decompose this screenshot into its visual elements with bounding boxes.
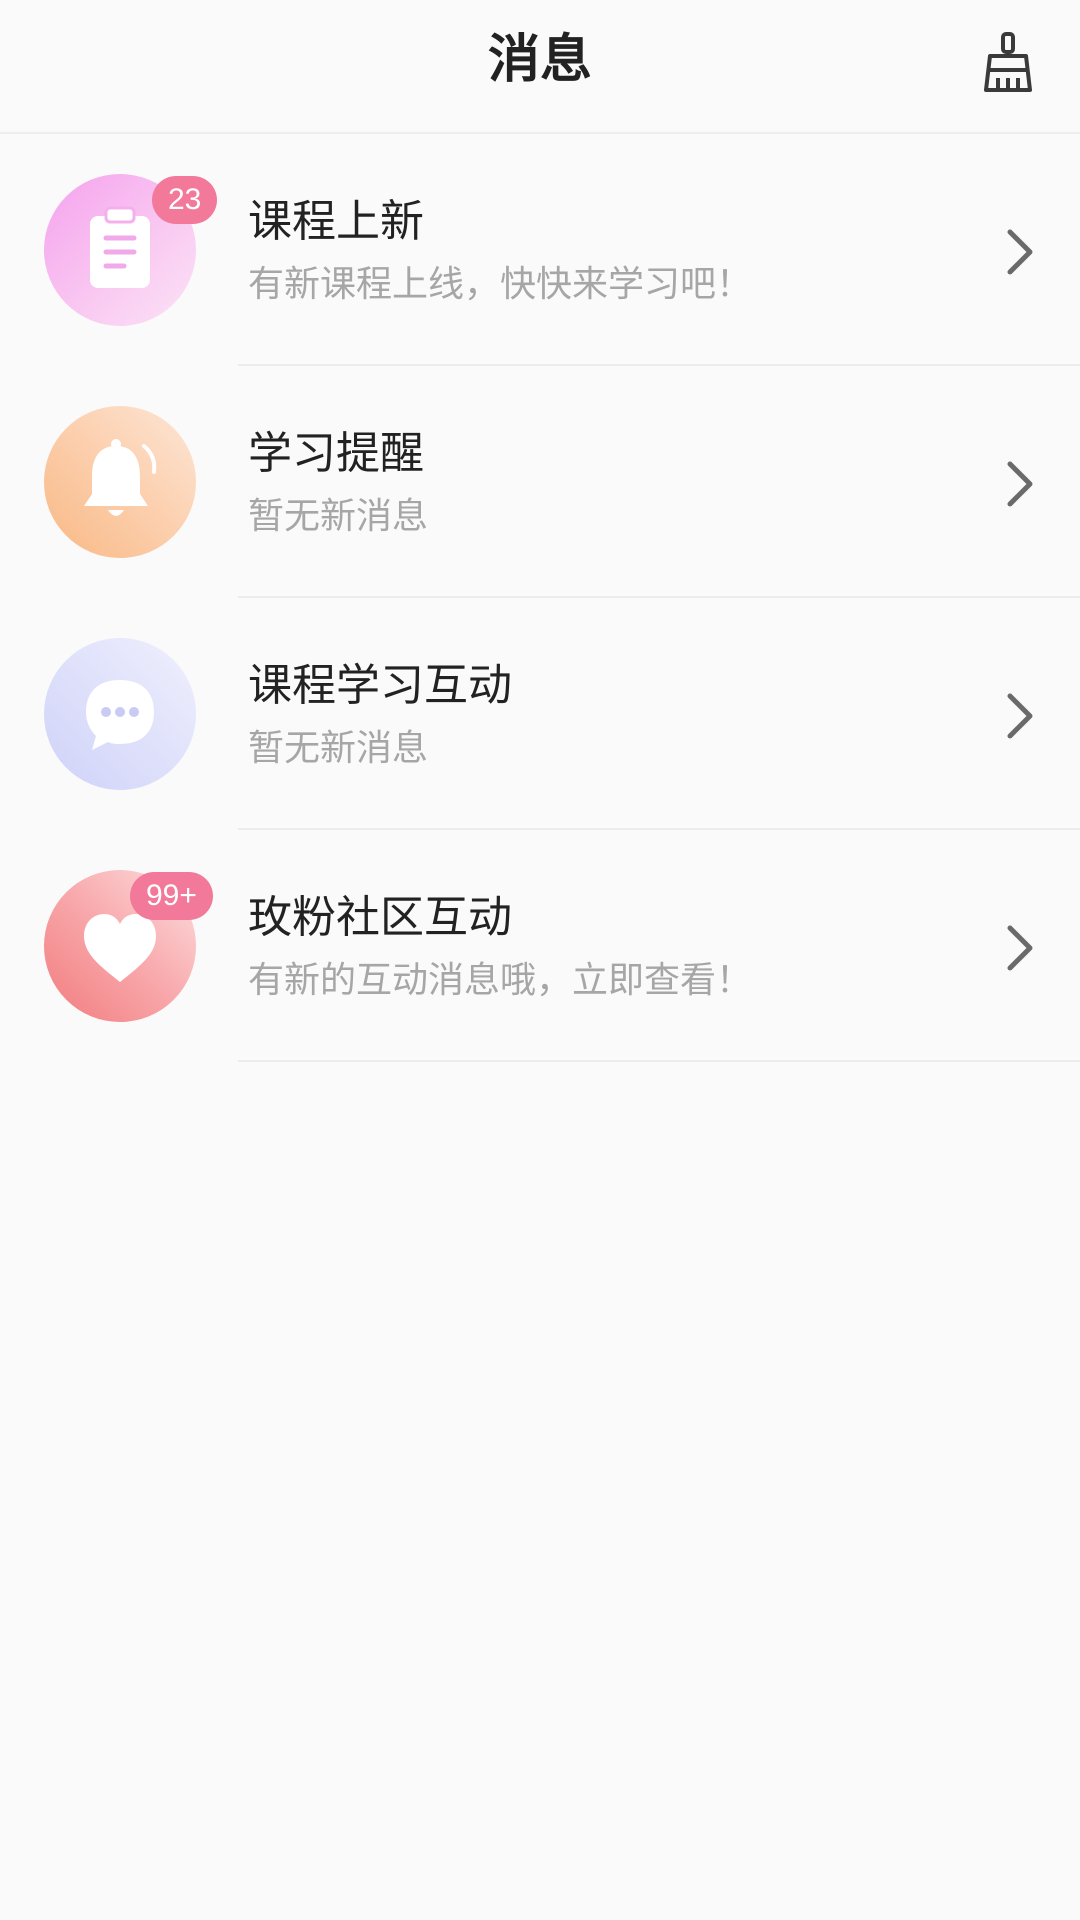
message-item-course-interaction[interactable]: 课程学习互动 暂无新消息 [0, 598, 1080, 830]
message-title: 玫粉社区互动 [248, 892, 512, 943]
message-preview: 有新的互动消息哦，立即查看！ [248, 960, 753, 1001]
chat-bubble-icon [86, 680, 154, 750]
header-bar: 消息 [0, 0, 1080, 134]
chevron-right-icon [1007, 925, 1033, 971]
message-preview: 有新课程上线，快快来学习吧！ [248, 264, 753, 305]
unread-count-badge: 99+ [130, 872, 213, 920]
chevron-right-icon [1007, 229, 1033, 275]
chevron-right-icon [1007, 461, 1033, 507]
message-preview: 暂无新消息 [248, 496, 429, 537]
clear-messages-button[interactable] [976, 30, 1040, 94]
page-title: 消息 [487, 30, 592, 90]
divider [238, 1060, 1080, 1062]
message-item-new-courses[interactable]: 23 课程上新 有新课程上线，快快来学习吧！ [0, 134, 1080, 366]
message-preview: 暂无新消息 [248, 728, 429, 769]
chevron-right-icon [1007, 693, 1033, 739]
message-title: 学习提醒 [248, 428, 424, 479]
message-title: 课程学习互动 [248, 660, 512, 711]
broom-icon [984, 32, 1032, 92]
course-interaction-avatar [44, 638, 196, 790]
message-item-study-reminder[interactable]: 学习提醒 暂无新消息 [0, 366, 1080, 598]
message-item-community-interaction[interactable]: 99+ 玫粉社区互动 有新的互动消息哦，立即查看！ [0, 830, 1080, 1062]
unread-count-badge: 23 [152, 176, 218, 224]
message-list: 23 课程上新 有新课程上线，快快来学习吧！ 学习提醒 暂无新消息 课程学习互动… [0, 134, 1080, 1062]
bell-icon [84, 439, 157, 516]
study-reminder-avatar [44, 406, 196, 558]
message-title: 课程上新 [248, 196, 424, 247]
